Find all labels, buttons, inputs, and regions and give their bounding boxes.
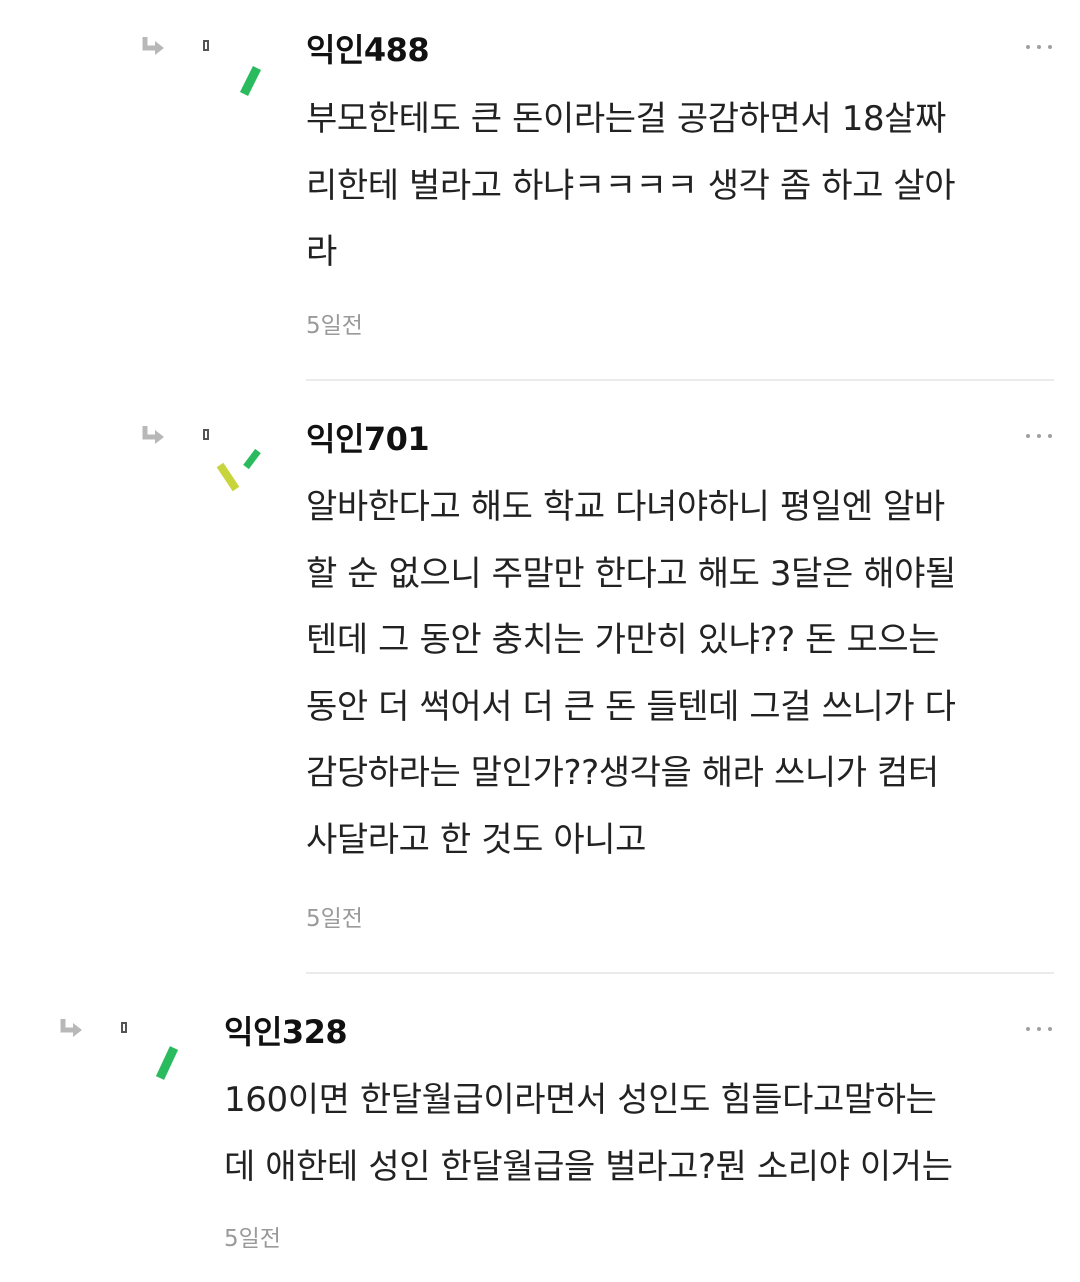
- badge-icon: [121, 1022, 127, 1033]
- more-options-icon[interactable]: [1026, 431, 1054, 441]
- comment-item: 익인488 부모한테도 큰 돈이라는걸 공감하면서 18살짜 리한테 벌라고 하…: [0, 0, 1080, 381]
- comment-item: 익인328 160이면 한달월급이라면서 성인도 힘들다고말하는 데 애한테 성…: [0, 974, 1080, 1282]
- comment-text: 부모한테도 큰 돈이라는걸 공감하면서 18살짜 리한테 벌라고 하냐ㅋㅋㅋㅋ …: [306, 99, 956, 272]
- reply-arrow-icon: [60, 1019, 82, 1037]
- comment-item: 익인701 알바한다고 해도 학교 다녀야하니 평일엔 알바 할 순 없으니 주…: [0, 381, 1080, 974]
- avatar[interactable]: [222, 58, 282, 118]
- comment-time: 5일전: [306, 313, 363, 339]
- comment-time: 5일전: [224, 1226, 281, 1252]
- badge-icon: [203, 429, 209, 440]
- more-options-icon[interactable]: [1026, 42, 1054, 52]
- more-options-icon[interactable]: [1026, 1024, 1054, 1034]
- comment-text: 알바한다고 해도 학교 다녀야하니 평일엔 알바 할 순 없으니 주말만 한다고…: [306, 487, 956, 860]
- comment-text: 160이면 한달월급이라면서 성인도 힘들다고말하는 데 애한테 성인 한달월급…: [224, 1080, 953, 1187]
- reply-arrow-icon: [142, 426, 164, 444]
- author-name[interactable]: 익인701: [306, 419, 430, 459]
- author-name[interactable]: 익인328: [224, 1012, 348, 1052]
- author-name[interactable]: 익인488: [306, 30, 430, 70]
- avatar[interactable]: [140, 1038, 200, 1098]
- comment-time: 5일전: [306, 906, 363, 932]
- badge-icon: [203, 40, 209, 51]
- avatar[interactable]: [212, 445, 272, 505]
- reply-arrow-icon: [142, 37, 164, 55]
